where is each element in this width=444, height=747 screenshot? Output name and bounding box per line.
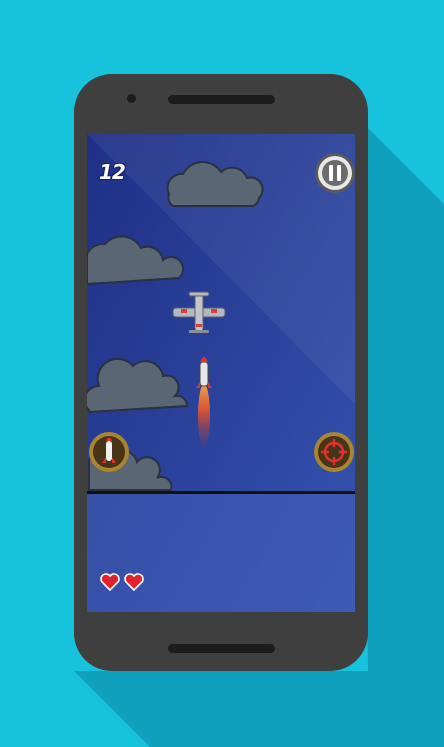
crosshair-icon — [314, 432, 354, 472]
missile-icon — [89, 432, 129, 472]
top-speaker — [168, 95, 275, 104]
pause-button[interactable] — [314, 152, 355, 194]
score-counter: 12 — [99, 160, 126, 184]
app-stage: 12 — [0, 0, 444, 747]
fire-missile-button[interactable] — [88, 431, 130, 473]
game-scene — [87, 134, 355, 612]
target-button[interactable] — [313, 431, 355, 473]
bottom-speaker — [168, 644, 275, 653]
front-camera — [127, 94, 136, 103]
game-screen[interactable]: 12 — [87, 134, 355, 612]
heart-icon — [100, 573, 120, 592]
ground-area — [87, 492, 355, 612]
heart-icon — [124, 573, 144, 592]
lives-display — [99, 571, 147, 593]
pause-icon — [315, 153, 355, 193]
ground-line — [87, 491, 355, 494]
